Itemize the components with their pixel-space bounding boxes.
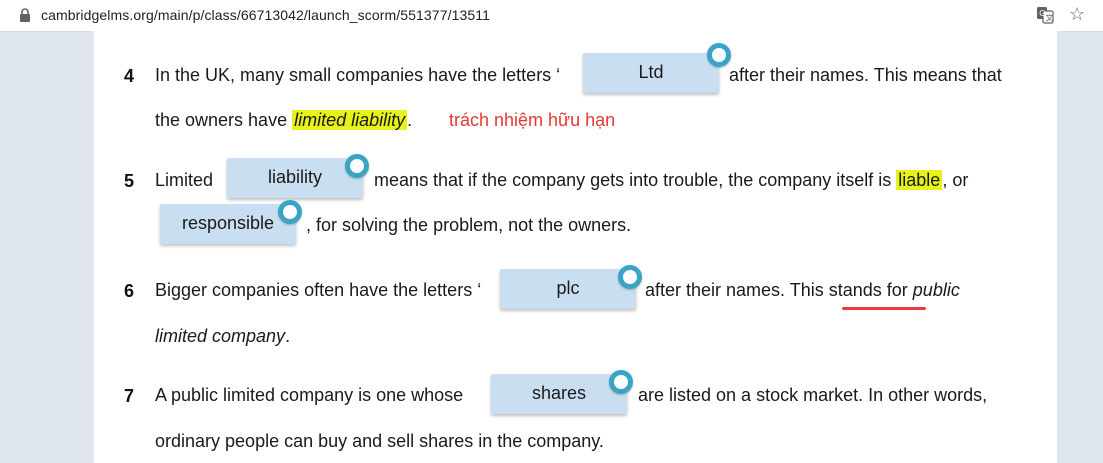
item-text: Bigger companies often have the letters … [155, 280, 482, 300]
item-text: after their names. This means that [729, 65, 1002, 85]
item-number: 7 [124, 386, 135, 406]
italic-term: limited company [155, 326, 286, 346]
handle-icon[interactable] [707, 43, 731, 67]
handle-icon[interactable] [609, 370, 633, 394]
item-text: In the UK, many small companies have the… [155, 65, 561, 85]
highlighted-term: limited liability [292, 110, 408, 130]
item-text: are listed on a stock market. In other w… [638, 385, 988, 405]
answer-chip[interactable]: plc [500, 265, 642, 309]
address-bar[interactable]: cambridgelms.org/main/p/class/66713042/l… [0, 0, 1103, 32]
item-text: , for solving the problem, not the owner… [306, 215, 632, 235]
item-number: 5 [124, 171, 135, 191]
answer-chip[interactable]: liability [227, 154, 369, 198]
star-icon[interactable]: ☆ [1069, 5, 1087, 23]
answer-chip[interactable]: responsible [160, 200, 302, 244]
answer-text: plc [556, 278, 580, 298]
translate-icon[interactable]: G 文 [1036, 6, 1054, 24]
svg-text:G: G [1039, 9, 1045, 18]
svg-text:文: 文 [1046, 13, 1054, 23]
answer-chip[interactable]: shares [491, 370, 633, 414]
answer-text: responsible [181, 213, 275, 233]
item-text: the owners have [155, 110, 293, 130]
item-text: limited company. [155, 326, 290, 347]
italic-term: public [912, 280, 960, 300]
url-text[interactable]: cambridgelms.org/main/p/class/66713042/l… [41, 7, 490, 23]
item-text: , or [942, 170, 969, 190]
item-text: means that if the company gets into trou… [374, 170, 897, 190]
annotation-note: trách nhiệm hữu hạn [449, 110, 616, 130]
item-text: after their names. This stands for [645, 280, 913, 300]
item-text: . [407, 110, 413, 130]
answer-text: Ltd [638, 62, 664, 82]
item-text: ordinary people can buy and sell shares … [155, 431, 604, 451]
item-text: after their names. This stands for publi… [645, 280, 960, 301]
item-text: means that if the company gets into trou… [374, 170, 968, 191]
answer-chip[interactable]: Ltd [583, 43, 731, 93]
lock-icon[interactable] [19, 8, 31, 22]
item-text: A public limited company is one whose [155, 385, 464, 405]
item-number: 4 [124, 66, 135, 86]
item-text: Limited [155, 170, 214, 190]
item-number: 6 [124, 281, 135, 301]
item-text: . [285, 326, 291, 346]
highlighted-term: liable [896, 170, 943, 190]
answer-text: shares [531, 383, 587, 403]
handle-icon[interactable] [345, 154, 369, 178]
red-underline [842, 307, 926, 310]
exercise-panel: 4 In the UK, many small companies have t… [88, 31, 1063, 463]
handle-icon[interactable] [618, 265, 642, 289]
handle-icon[interactable] [278, 200, 302, 224]
item-text: the owners have limited liability. [155, 110, 412, 131]
answer-text: liability [267, 167, 323, 187]
